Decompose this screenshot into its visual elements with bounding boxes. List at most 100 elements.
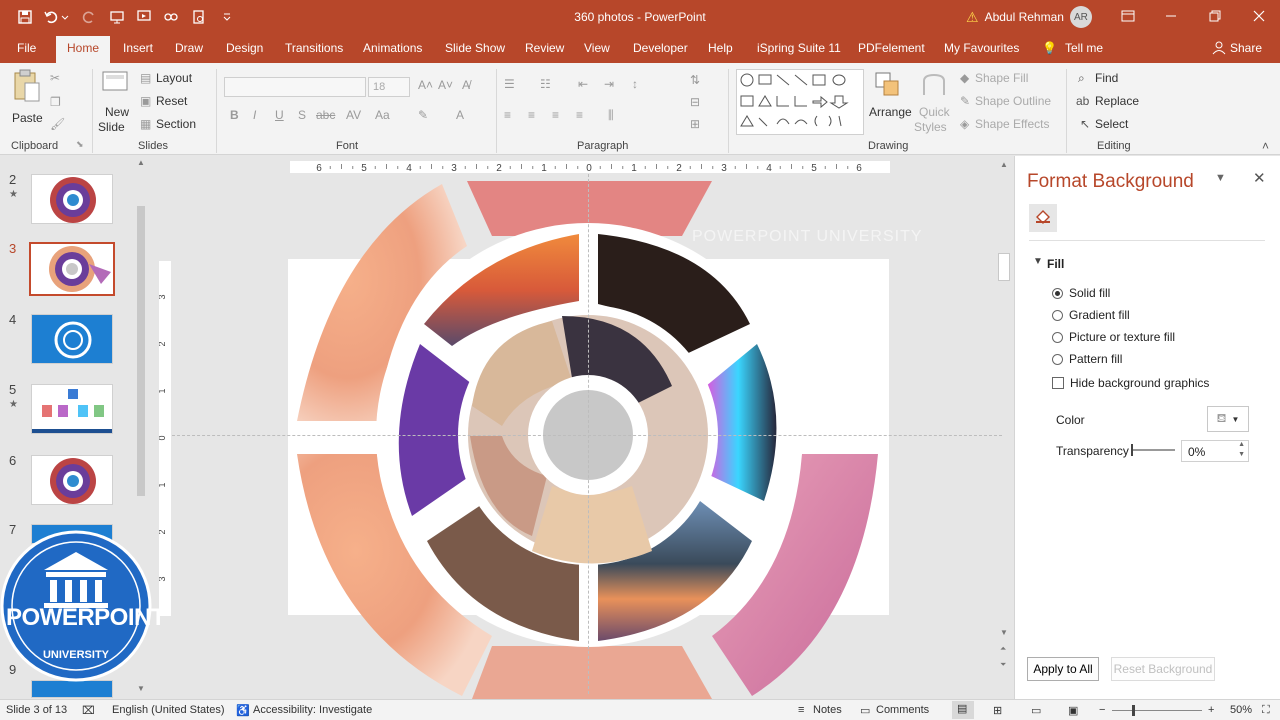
notes-button[interactable]: Notes: [813, 704, 842, 716]
character-spacing-icon[interactable]: AV: [346, 108, 361, 122]
ribbon-display-options-icon[interactable]: [1117, 6, 1139, 26]
replace-button[interactable]: Replace: [1095, 94, 1139, 108]
tab-file[interactable]: File: [17, 41, 36, 55]
align-right-icon[interactable]: ≡: [552, 108, 559, 122]
tab-my-favourites[interactable]: My Favourites: [944, 41, 1019, 55]
picture-texture-fill-option[interactable]: Picture or texture fill: [1052, 330, 1175, 344]
slide-thumbnail-9[interactable]: [31, 680, 113, 698]
user-account[interactable]: ⚠ Abdul Rehman AR: [966, 6, 1092, 28]
minimize-icon[interactable]: [1160, 6, 1182, 26]
shape-outline-button[interactable]: Shape Outline: [975, 94, 1051, 108]
arrange-button[interactable]: Arrange: [866, 69, 912, 135]
slide-thumbnail-5[interactable]: [31, 384, 113, 434]
apply-to-all-button[interactable]: Apply to All: [1027, 657, 1099, 681]
solid-fill-option[interactable]: Solid fill: [1052, 286, 1110, 300]
reading-view-icon[interactable]: ▭: [1031, 704, 1041, 717]
solid-fill-radio[interactable]: [1052, 287, 1063, 299]
select-button[interactable]: Select: [1095, 117, 1128, 131]
gradient-fill-radio[interactable]: [1052, 309, 1063, 321]
quick-styles-button[interactable]: Quick Styles: [914, 69, 954, 135]
highlight-icon[interactable]: ✎: [418, 108, 428, 122]
tell-me-search[interactable]: Tell me: [1065, 41, 1103, 55]
horizontal-guide[interactable]: [172, 435, 1002, 436]
scroll-down-icon[interactable]: ▼: [137, 684, 145, 693]
slide-thumbnail-3[interactable]: [29, 242, 115, 296]
zoom-slider[interactable]: [1112, 705, 1202, 716]
increase-indent-icon[interactable]: ⇥: [604, 77, 614, 91]
cut-icon[interactable]: ✂: [50, 71, 60, 85]
slide-thumbnail-6[interactable]: [31, 455, 113, 505]
hide-background-checkbox[interactable]: [1052, 377, 1064, 389]
align-text-icon[interactable]: ⊟: [690, 95, 700, 109]
align-center-icon[interactable]: ≡: [528, 108, 535, 122]
slide-scrollbar[interactable]: ▲ ▼ ⏶ ⏷: [998, 160, 1012, 690]
pane-options-dropdown-icon[interactable]: ▼: [1215, 172, 1226, 184]
fill-section-chevron-icon[interactable]: ▼: [1033, 256, 1043, 267]
tab-help[interactable]: Help: [708, 41, 733, 55]
zoom-in-icon[interactable]: +: [1208, 704, 1214, 716]
bold-icon[interactable]: B: [230, 108, 239, 122]
slide-thumbnail-2[interactable]: [31, 174, 113, 224]
comments-button[interactable]: Comments: [876, 704, 929, 716]
tab-home[interactable]: Home: [56, 36, 111, 63]
copy-icon[interactable]: ❐: [50, 95, 61, 109]
tab-developer[interactable]: Developer: [633, 41, 688, 55]
tab-insert[interactable]: Insert: [123, 41, 153, 55]
strikethrough-icon[interactable]: abc: [316, 108, 335, 122]
slider-handle[interactable]: [1131, 444, 1133, 456]
hide-background-graphics-option[interactable]: Hide background graphics: [1052, 376, 1209, 390]
restore-icon[interactable]: [1204, 6, 1226, 26]
zoom-level[interactable]: 50%: [1230, 704, 1252, 716]
picture-fill-radio[interactable]: [1052, 331, 1063, 343]
increase-font-icon[interactable]: A˄: [418, 78, 433, 92]
text-direction-icon[interactable]: ⇅: [690, 73, 700, 87]
reset-background-button[interactable]: Reset Background: [1111, 657, 1215, 681]
section-button[interactable]: Section: [156, 117, 196, 131]
next-slide-icon[interactable]: ⏷: [1000, 660, 1006, 670]
fill-section-header[interactable]: Fill: [1047, 257, 1064, 271]
pane-close-icon[interactable]: ✕: [1253, 169, 1266, 187]
change-case-icon[interactable]: Aa: [375, 108, 390, 122]
clipboard-launcher-icon[interactable]: ⬊: [76, 139, 84, 150]
tab-ispring[interactable]: iSpring Suite 11: [757, 41, 841, 55]
columns-icon[interactable]: ⫼: [608, 108, 614, 123]
reset-button[interactable]: Reset: [156, 94, 187, 108]
font-size-dropdown[interactable]: 18: [368, 77, 410, 97]
clear-formatting-icon[interactable]: A̸: [462, 78, 470, 92]
zoom-out-icon[interactable]: −: [1099, 704, 1105, 716]
decrease-indent-icon[interactable]: ⇤: [578, 77, 588, 91]
slide-sorter-icon[interactable]: ⊞: [993, 704, 1002, 717]
fill-tab-icon[interactable]: [1029, 204, 1057, 232]
tab-draw[interactable]: Draw: [175, 41, 203, 55]
close-icon[interactable]: [1248, 6, 1270, 26]
decrease-font-icon[interactable]: A˅: [438, 78, 453, 92]
spin-down-icon[interactable]: ▼: [1238, 451, 1245, 458]
gradient-fill-option[interactable]: Gradient fill: [1052, 308, 1130, 322]
underline-icon[interactable]: U: [275, 108, 284, 122]
previous-slide-icon[interactable]: ⏶: [1000, 644, 1006, 654]
vertical-guide[interactable]: [588, 174, 589, 694]
shapes-gallery[interactable]: [736, 69, 864, 135]
zoom-slider-handle[interactable]: [1132, 705, 1135, 716]
layout-button[interactable]: Layout: [156, 71, 192, 85]
font-name-dropdown[interactable]: [224, 77, 366, 97]
font-color-icon[interactable]: A: [456, 108, 464, 122]
transparency-input[interactable]: 0% ▲ ▼: [1181, 440, 1249, 462]
justify-icon[interactable]: ≡: [576, 108, 583, 122]
tab-review[interactable]: Review: [525, 41, 564, 55]
tab-view[interactable]: View: [584, 41, 610, 55]
shape-fill-button[interactable]: Shape Fill: [975, 71, 1028, 85]
scroll-up-icon[interactable]: ▲: [1000, 160, 1008, 169]
numbering-icon[interactable]: ☷: [540, 77, 551, 91]
tab-design[interactable]: Design: [226, 41, 263, 55]
format-painter-icon[interactable]: 🖌: [50, 117, 65, 131]
line-spacing-icon[interactable]: ↕: [632, 77, 638, 91]
tab-transitions[interactable]: Transitions: [285, 41, 343, 55]
scrollbar-thumb[interactable]: [998, 253, 1010, 281]
new-slide-button[interactable]: New Slide: [98, 69, 134, 135]
spellcheck-icon[interactable]: ⌧: [82, 704, 95, 717]
share-button[interactable]: Share: [1212, 41, 1262, 55]
language-status[interactable]: English (United States): [112, 704, 225, 716]
scroll-up-icon[interactable]: ▲: [137, 158, 145, 167]
pattern-fill-option[interactable]: Pattern fill: [1052, 352, 1122, 366]
